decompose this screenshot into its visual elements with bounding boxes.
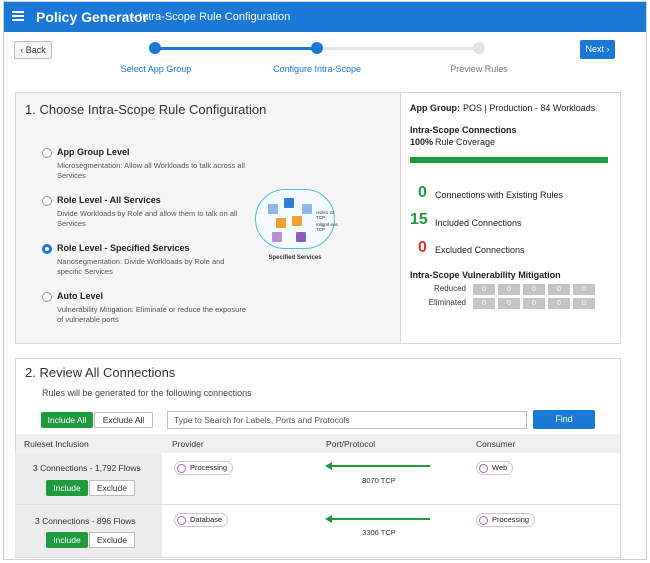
top-bar: Policy Generator – Intra-Scope Rule Conf…	[4, 2, 646, 32]
vuln-eliminated-cell: 0	[473, 298, 495, 309]
workload-cube-icon	[296, 232, 306, 242]
stepper-progress-line	[154, 47, 317, 50]
app-window: Policy Generator – Intra-Scope Rule Conf…	[3, 1, 647, 560]
step-1-label[interactable]: Select App Group	[96, 64, 216, 74]
back-button[interactable]: ‹ Back	[14, 41, 52, 59]
page-title: – Intra-Scope Rule Configuration	[130, 11, 291, 23]
app-group-label: App Group:	[410, 103, 460, 113]
stepper-remaining-line	[317, 47, 479, 50]
option-title-auto-level[interactable]: Auto Level	[57, 291, 103, 301]
diagram-legend-1: redis1 22 TCP	[316, 210, 335, 220]
excluded-count: 0	[418, 239, 427, 256]
radio-role-level-all[interactable]	[42, 196, 52, 206]
col-ruleset-inclusion: Ruleset Inclusion	[24, 439, 89, 449]
excluded-label: Excluded Connections	[435, 245, 525, 255]
option-desc-auto-level: Vulnerability Mitigation: Eliminate or r…	[57, 305, 246, 324]
row-2-include-button[interactable]: Include	[46, 532, 88, 548]
coverage-pct: 100%	[410, 137, 434, 147]
row-1-port: 8070 TCP	[362, 476, 396, 485]
row-2-exclude-button[interactable]: Exclude	[89, 532, 135, 548]
table-row-summary-cell	[15, 505, 162, 557]
diagram-caption: Specified Services	[268, 255, 322, 261]
vuln-reduced-cell: 0	[498, 284, 520, 295]
workload-cube-icon	[276, 218, 286, 228]
vuln-reduced-cell: 0	[523, 284, 545, 295]
option-title-role-level-specified[interactable]: Role Level - Specified Services	[57, 243, 190, 253]
app-group-value: POS | Production - 84 Workloads	[463, 103, 596, 113]
step-2-dot[interactable]	[311, 42, 323, 54]
row-1-consumer-chip[interactable]: Web	[476, 461, 514, 475]
included-label: Included Connections	[435, 218, 522, 228]
arrow-line	[331, 518, 430, 520]
connections-title: Intra-Scope Connections	[410, 125, 517, 135]
row-2-provider: Database	[190, 515, 223, 524]
radio-auto-level[interactable]	[42, 292, 52, 302]
row-1-include-button[interactable]: Include	[46, 480, 88, 496]
exclude-all-button[interactable]: Exclude All	[94, 412, 153, 428]
coverage-bar-fill	[410, 157, 608, 163]
coverage-label: Rule Coverage	[435, 137, 496, 147]
row-2-summary: 3 Connections - 896 Flows	[35, 516, 136, 526]
radio-app-group-level[interactable]	[42, 148, 52, 158]
workload-cube-icon	[268, 204, 278, 214]
label-icon	[177, 463, 186, 473]
hamburger-menu-icon[interactable]	[12, 11, 24, 21]
coverage-bar-track	[410, 157, 608, 163]
next-button[interactable]: Next ›	[580, 40, 615, 59]
vuln-eliminated-label: Eliminated	[428, 298, 466, 307]
workload-cube-icon	[292, 216, 302, 226]
vuln-reduced-label: Reduced	[433, 284, 466, 293]
workload-cube-icon	[284, 198, 294, 208]
vuln-eliminated-cell: 0	[548, 298, 570, 309]
vuln-reduced-cell: 0	[548, 284, 570, 295]
row-1-summary: 3 Connections - 1,792 Flows	[33, 463, 141, 473]
option-title-app-group-level[interactable]: App Group Level	[57, 147, 130, 157]
table-header	[16, 434, 620, 453]
find-button[interactable]: Find	[533, 410, 595, 429]
row-2-provider-chip[interactable]: Database	[174, 513, 229, 527]
option-desc-app-group-level: Microsegmentation: Allow all Workloads t…	[57, 161, 245, 180]
vuln-reduced-cell: 0	[473, 284, 495, 295]
arrow-line	[331, 465, 430, 467]
section-1-title: 1. Choose Intra-Scope Rule Configuration	[25, 102, 267, 117]
included-count: 15	[410, 211, 428, 228]
step-2-label[interactable]: Configure Intra-Scope	[257, 64, 377, 74]
row-1-provider: Processing	[190, 463, 228, 472]
col-provider: Provider	[172, 439, 204, 449]
label-icon	[479, 515, 488, 525]
step-3-label[interactable]: Preview Rules	[419, 64, 539, 74]
section-2-title: 2. Review All Connections	[25, 365, 176, 380]
table-row-summary-cell	[15, 453, 162, 504]
row-1-exclude-button[interactable]: Exclude	[89, 480, 135, 496]
col-port-protocol: Port/Protocol	[326, 439, 376, 449]
col-consumer: Consumer	[476, 439, 516, 449]
option-title-role-level-all[interactable]: Role Level - All Services	[57, 195, 161, 205]
label-icon	[479, 463, 488, 473]
vuln-eliminated-cell: 0	[573, 298, 595, 309]
row-2-consumer-chip[interactable]: Processing	[476, 513, 536, 527]
row-1-consumer: Web	[492, 463, 508, 472]
step-3-dot[interactable]	[473, 42, 485, 54]
radio-role-level-specified[interactable]	[42, 244, 52, 254]
include-all-button[interactable]: Include All	[41, 412, 93, 428]
step-1-dot[interactable]	[149, 42, 161, 54]
label-icon	[177, 515, 186, 525]
row-2-port: 3306 TCP	[362, 528, 396, 537]
search-input[interactable]: Type to Search for Labels, Ports and Pro…	[167, 411, 527, 429]
option-desc-role-level-all: Divide Workloads by Role and allow them …	[57, 209, 238, 228]
existing-rules-count: 0	[418, 184, 427, 201]
vuln-title: Intra-Scope Vulnerability Mitigation	[410, 270, 561, 280]
option-desc-role-level-specified: Nanosegmentation: Divide Workloads by Ro…	[57, 257, 225, 276]
section-2-subtitle: Rules will be generated for the followin…	[42, 388, 252, 398]
row-1-provider-chip[interactable]: Processing	[174, 461, 234, 475]
existing-rules-label: Connections with Existing Rules	[435, 190, 564, 200]
workload-cube-icon	[302, 204, 312, 214]
workload-cube-icon	[272, 232, 282, 242]
specified-services-diagram: redis1 22 TCP mllgpd eos TCP	[255, 189, 338, 249]
diagram-legend-2: mllgpd eos TCP	[316, 222, 338, 232]
vuln-eliminated-cell: 0	[523, 298, 545, 309]
vuln-reduced-cell: 0	[573, 284, 595, 295]
row-2-consumer: Processing	[492, 515, 530, 524]
vuln-eliminated-cell: 0	[498, 298, 520, 309]
